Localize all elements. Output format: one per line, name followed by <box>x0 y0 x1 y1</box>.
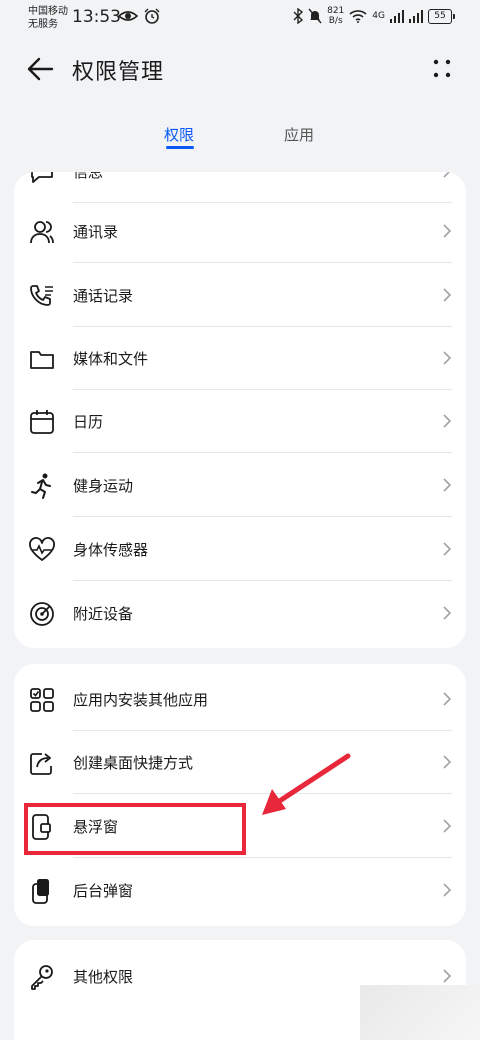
call-log-icon <box>30 285 53 306</box>
permission-label: 附近设备 <box>73 605 134 623</box>
signal-icon-2 <box>409 10 423 23</box>
permission-label: 身体传感器 <box>73 541 149 559</box>
chevron-right-icon <box>443 883 452 897</box>
divider <box>73 857 452 858</box>
chevron-right-icon <box>443 542 452 556</box>
speed-unit: B/s <box>328 16 343 26</box>
divider <box>73 262 452 263</box>
back-arrow-icon[interactable] <box>26 56 54 82</box>
permission-item-desktop-shortcut[interactable]: 创建桌面快捷方式 <box>14 731 466 794</box>
speed-value: 821 <box>327 6 345 16</box>
permission-item-background-popup[interactable]: 后台弹窗 <box>14 859 466 922</box>
chevron-right-icon <box>443 478 452 492</box>
app-grid-icon <box>30 688 54 712</box>
watermark-blur <box>360 985 480 1040</box>
chevron-right-icon <box>443 172 451 178</box>
chevron-right-icon <box>443 351 452 365</box>
page-title: 权限管理 <box>72 60 165 85</box>
more-options-icon[interactable] <box>432 58 452 80</box>
permission-label: 信息 <box>73 172 104 181</box>
heart-rate-icon <box>29 537 55 561</box>
permission-group-special: 应用内安装其他应用 创建桌面快捷方式 悬浮窗 后台弹窗 <box>14 664 466 926</box>
message-icon <box>31 172 53 183</box>
permission-label: 通话记录 <box>73 287 134 305</box>
chevron-right-icon <box>443 414 452 428</box>
folder-icon <box>30 351 54 369</box>
carrier-info: 中国移动 无服务 <box>28 5 68 31</box>
permission-item-body-sensors[interactable]: 身体传感器 <box>14 518 466 581</box>
wifi-icon <box>349 10 367 23</box>
eye-icon <box>118 11 138 21</box>
tab-bar: 权限 应用 <box>0 120 480 160</box>
network-speed: 821 B/s <box>327 6 344 26</box>
permission-item-messages[interactable]: 信息 <box>14 172 466 203</box>
network-type: 4G <box>372 11 385 21</box>
permission-group-basic: 信息 通讯录 通话记录 媒体和文件 日历 健身运动 身体传感器 附近设备 <box>14 172 466 648</box>
permission-label: 通讯录 <box>73 223 119 241</box>
clock: 13:53 <box>72 7 121 27</box>
carrier-name: 中国移动 <box>28 6 68 17</box>
permission-label: 其他权限 <box>73 968 134 986</box>
chevron-right-icon <box>443 755 452 769</box>
tab-apps[interactable]: 应用 <box>284 124 314 145</box>
permission-label: 日历 <box>73 413 104 431</box>
background-popup-icon <box>32 879 49 904</box>
divider <box>73 580 452 581</box>
permission-label: 后台弹窗 <box>73 882 134 900</box>
contacts-icon <box>30 221 54 244</box>
chevron-right-icon <box>443 606 452 620</box>
permission-item-nearby-devices[interactable]: 附近设备 <box>14 582 466 645</box>
bluetooth-icon <box>293 8 304 24</box>
app-bar: 权限管理 <box>0 44 480 94</box>
permission-item-media-files[interactable]: 媒体和文件 <box>14 327 466 390</box>
permission-item-install-apps[interactable]: 应用内安装其他应用 <box>14 668 466 731</box>
status-bar: 中国移动 无服务 13:53 821 B/s 4G 55 <box>0 0 480 36</box>
permission-item-fitness[interactable]: 健身运动 <box>14 454 466 517</box>
tab-permissions[interactable]: 权限 <box>164 124 194 145</box>
battery-indicator: 55 <box>428 8 455 24</box>
permission-label: 媒体和文件 <box>73 350 149 368</box>
service-status: 无服务 <box>28 19 58 30</box>
highlight-box <box>24 803 246 855</box>
signal-icon <box>390 10 404 23</box>
permission-item-calendar[interactable]: 日历 <box>14 390 466 453</box>
divider <box>73 516 452 517</box>
alarm-icon <box>144 8 160 24</box>
permission-item-call-log[interactable]: 通话记录 <box>14 264 466 327</box>
permission-label: 应用内安装其他应用 <box>73 691 209 709</box>
chevron-right-icon <box>443 288 452 302</box>
annotation-arrow-icon <box>262 753 351 815</box>
mute-bell-icon <box>308 8 322 24</box>
calendar-icon <box>30 410 54 434</box>
active-tab-indicator <box>166 146 194 149</box>
chevron-right-icon <box>443 692 452 706</box>
divider <box>73 452 452 453</box>
permission-label: 创建桌面快捷方式 <box>73 754 194 772</box>
chevron-right-icon <box>443 969 452 983</box>
permission-item-contacts[interactable]: 通讯录 <box>14 200 466 263</box>
chevron-right-icon <box>443 224 452 238</box>
shortcut-icon <box>30 753 52 775</box>
running-icon <box>31 473 51 499</box>
radar-icon <box>30 602 54 626</box>
permission-label: 健身运动 <box>73 477 134 495</box>
key-icon <box>31 965 53 990</box>
chevron-right-icon <box>443 819 452 833</box>
